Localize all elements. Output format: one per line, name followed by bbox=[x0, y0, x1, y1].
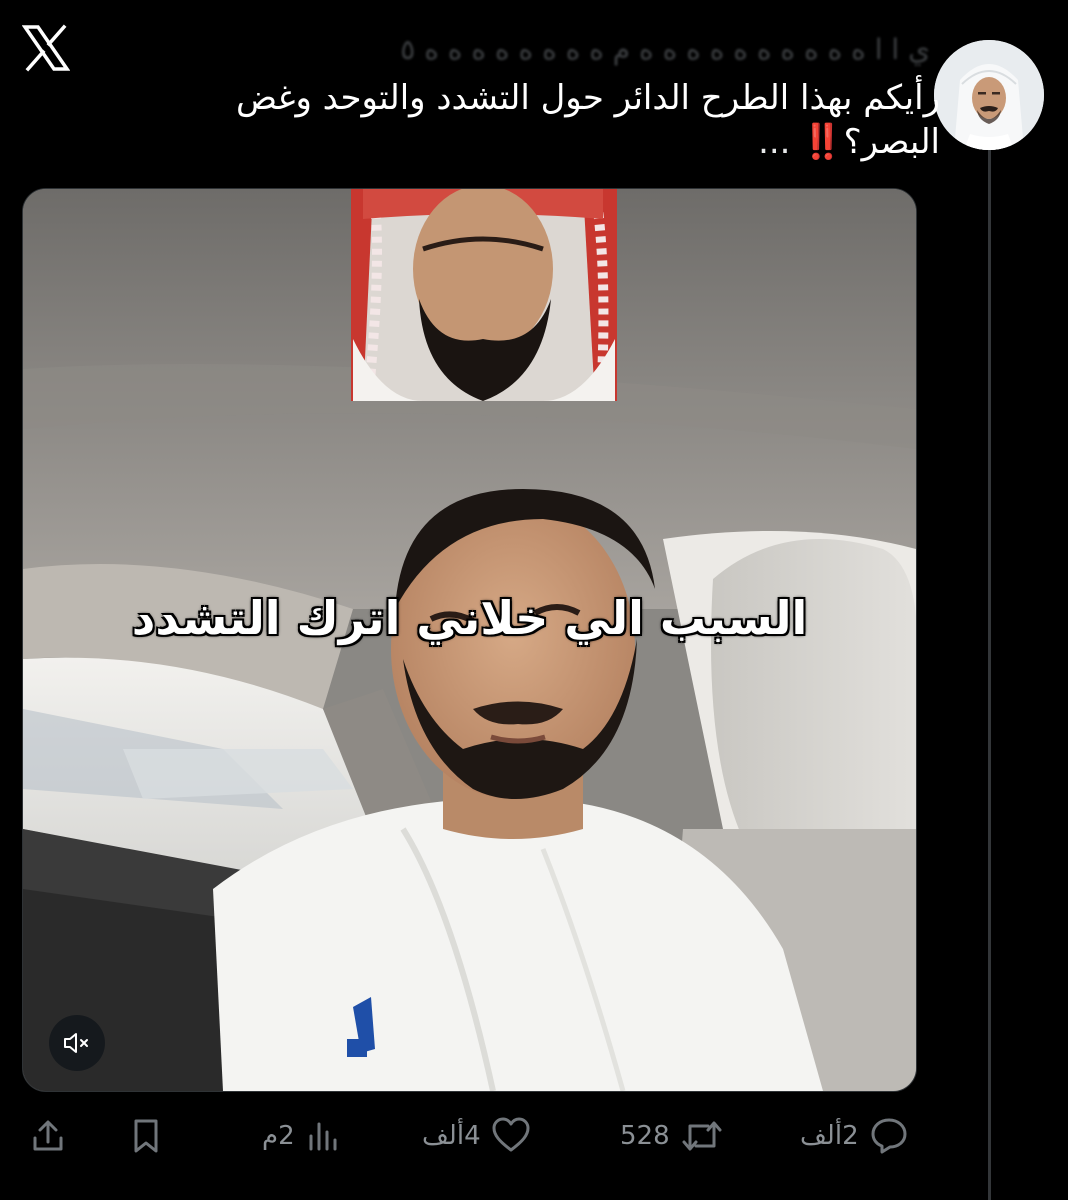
views-button[interactable]: 2م bbox=[262, 1106, 343, 1166]
avatar[interactable] bbox=[934, 40, 1044, 150]
x-logo-icon[interactable] bbox=[21, 24, 71, 72]
retweet-count: 528 bbox=[620, 1121, 670, 1151]
tweet-text-ellipsis[interactable]: ... bbox=[758, 122, 801, 162]
reply-icon bbox=[871, 1118, 907, 1154]
retweet-icon bbox=[682, 1121, 722, 1151]
bookmark-icon bbox=[134, 1119, 158, 1153]
share-button[interactable] bbox=[28, 1106, 68, 1166]
mute-button[interactable] bbox=[49, 1015, 105, 1071]
heart-icon bbox=[492, 1117, 530, 1152]
inset-photo bbox=[351, 189, 617, 402]
author-name[interactable]: ي ا ا ه ه ه ه ه ه ه ه ه ه م ه ه ه ه ه ه … bbox=[250, 28, 930, 72]
thread-connector-line bbox=[988, 142, 991, 1200]
tweet-screenshot: ي ا ا ه ه ه ه ه ه ه ه ه ه م ه ه ه ه ه ه … bbox=[0, 0, 1068, 1200]
tweet-action-bar: 2م 4ألف 528 2ألف bbox=[0, 1106, 1068, 1166]
tweet-video[interactable]: السبب الي خلاني اترك التشدد bbox=[22, 188, 917, 1092]
tweet-text: رأيكم بهذا الطرح الدائر حول التشدد والتو… bbox=[200, 76, 940, 164]
video-caption: السبب الي خلاني اترك التشدد bbox=[131, 591, 808, 645]
double-exclamation-emoji: ‼️ bbox=[801, 122, 845, 162]
share-icon bbox=[33, 1120, 63, 1151]
retweet-button[interactable]: 528 bbox=[620, 1106, 726, 1166]
views-count: 2م bbox=[262, 1121, 295, 1151]
speaker-muted-icon bbox=[64, 1033, 88, 1053]
views-chart-icon bbox=[309, 1122, 337, 1151]
reply-button[interactable]: 2ألف bbox=[800, 1106, 911, 1166]
like-button[interactable]: 4ألف bbox=[422, 1106, 533, 1166]
like-count: 4ألف bbox=[422, 1121, 481, 1151]
reply-count: 2ألف bbox=[800, 1121, 859, 1151]
bookmark-button[interactable] bbox=[126, 1106, 166, 1166]
